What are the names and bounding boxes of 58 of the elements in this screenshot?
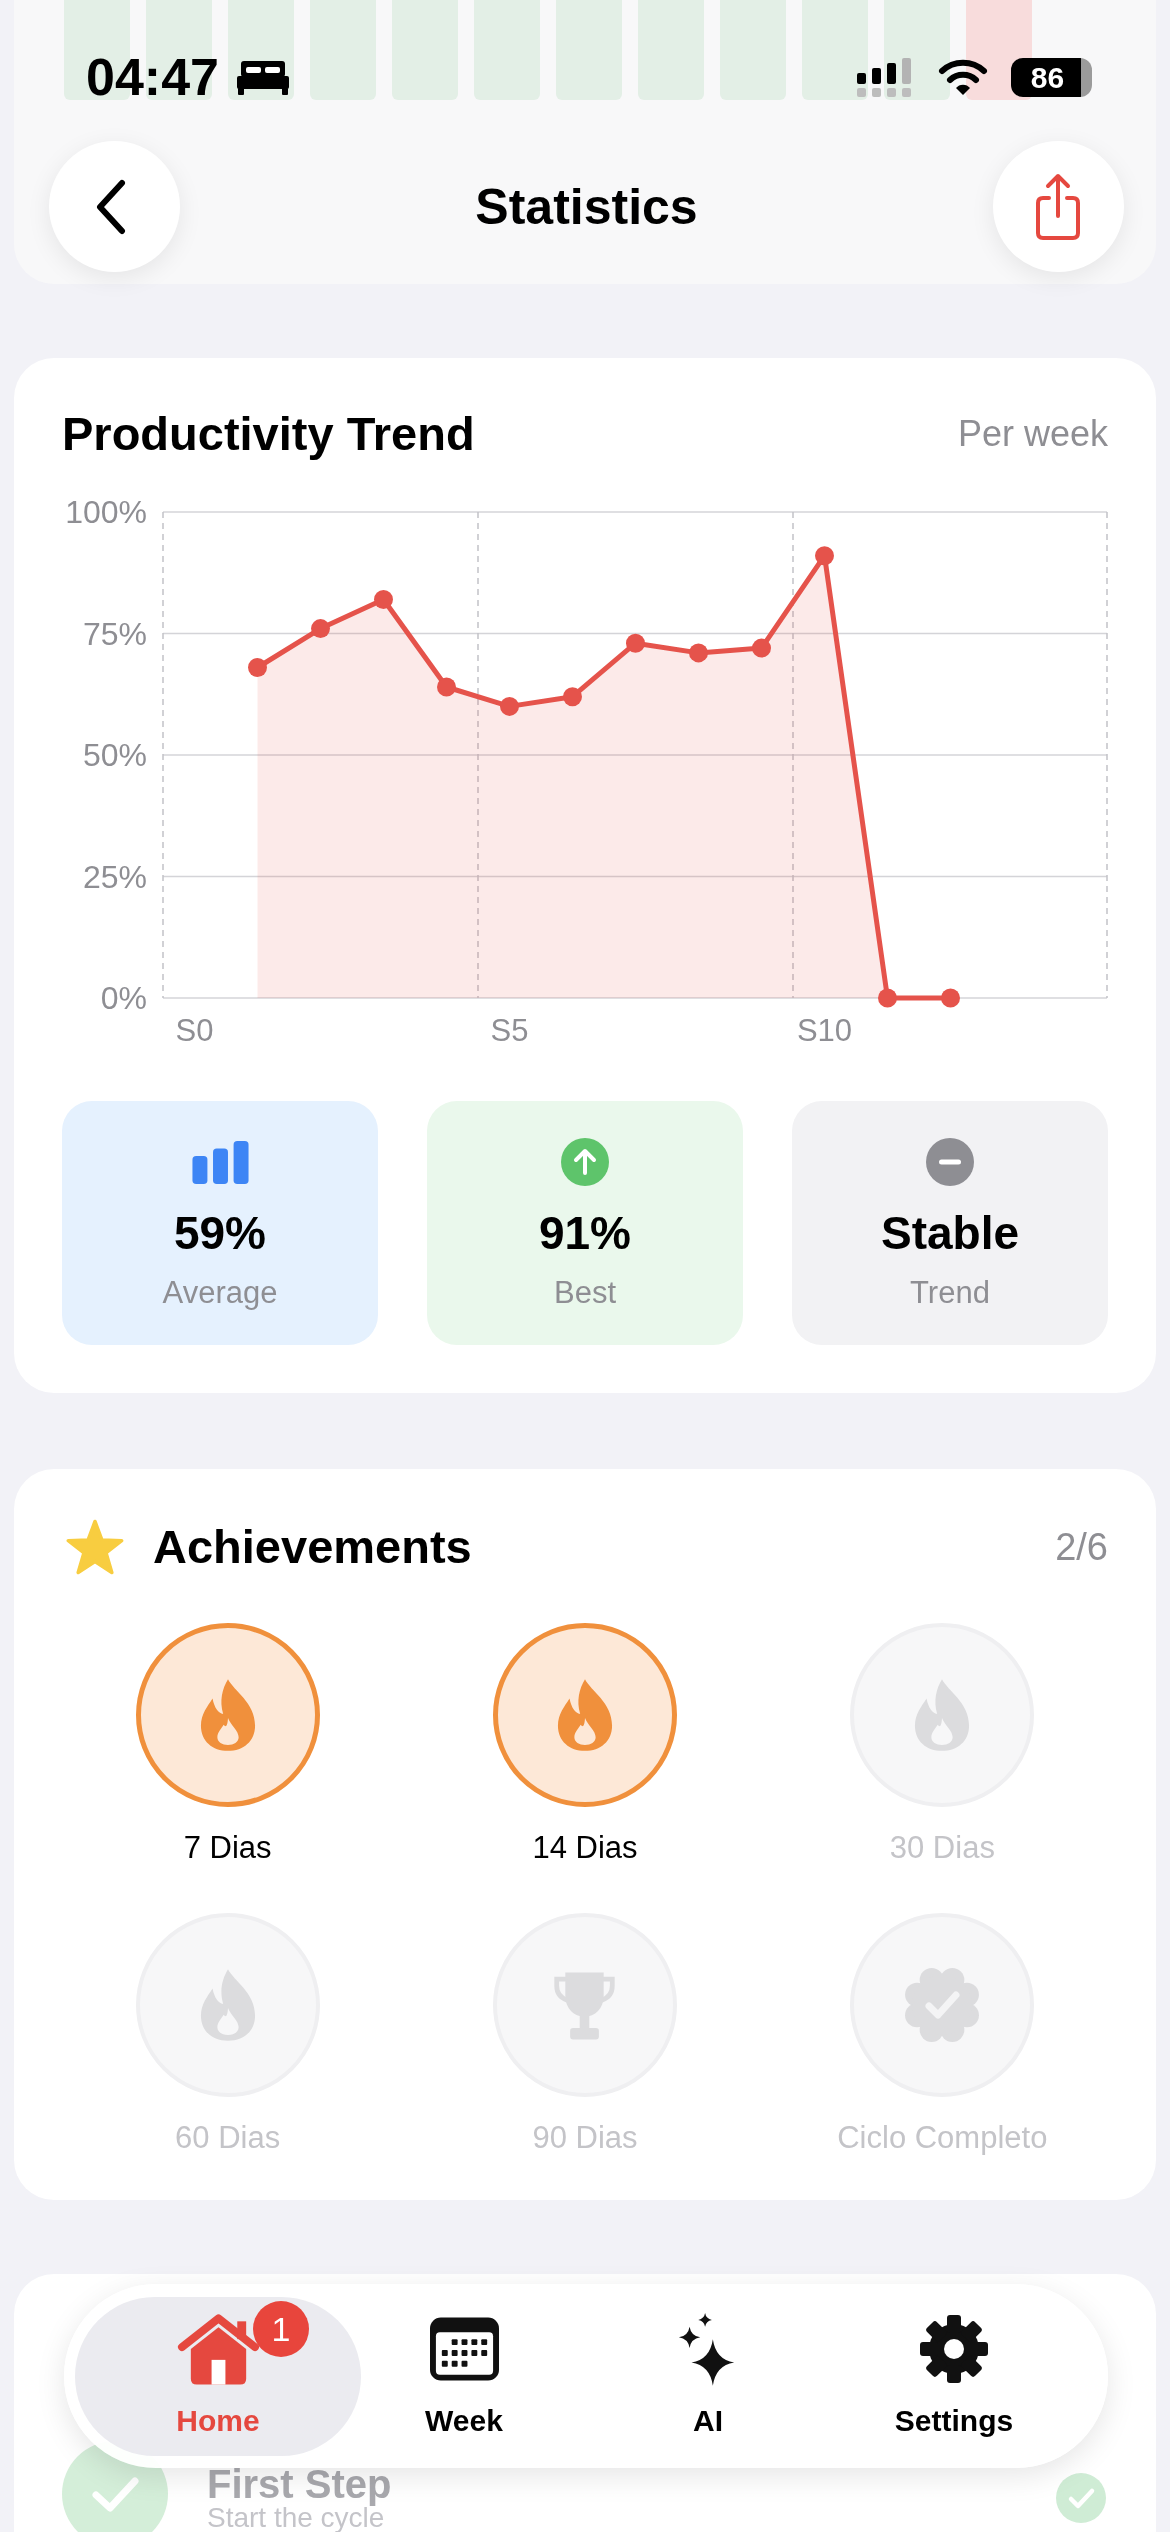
data-point [563,687,582,707]
achievement-label: Ciclo Completo [837,2120,1048,2156]
data-point [500,696,519,716]
stat-value: 59% [173,1206,267,1260]
achievement-label: 7 Dias [183,1830,272,1866]
minus-circle-icon [926,1138,974,1186]
page-title: Statistics [475,177,698,237]
data-point [374,590,393,609]
status-time: 04:47 [86,51,219,103]
data-point [752,638,771,658]
notification-badge: 1 [253,2300,309,2357]
stat-value: Stable [880,1206,1019,1260]
x-axis-label: S5 [490,1013,529,1048]
flame-icon [913,1677,972,1753]
achievement-count: 2/6 [1055,1525,1108,1570]
period-label: Per week [957,412,1108,456]
data-point [878,988,897,1008]
settings-icon [918,2312,990,2385]
data-point [626,633,645,653]
stat-label: Best [554,1274,616,1312]
achievement-label: 14 Dias [532,1830,638,1866]
y-axis-label: 0% [100,980,147,1016]
y-axis-label: 100% [65,494,147,530]
data-point [248,658,267,677]
data-point [941,988,960,1008]
flame-icon [556,1677,614,1753]
x-axis-label: S10 [796,1013,853,1048]
card-title: Achievements [153,1519,472,1575]
y-axis-label: 75% [82,615,147,652]
x-axis-label: S0 [175,1013,214,1048]
wifi-icon [938,58,988,96]
stat-label: Average [162,1274,278,1312]
milestone-title: First Step [207,2464,392,2504]
flame-icon [198,1967,257,2043]
star-icon [66,1519,124,1575]
stat-label: Trend [910,1274,990,1312]
y-axis-label: 25% [82,858,147,895]
y-axis-label: 50% [82,737,147,773]
home-icon [176,2312,260,2385]
achievement-label: 60 Dias [175,2120,281,2156]
bar-chart-icon [190,1140,250,1184]
achievement-label: 90 Dias [532,2120,638,2156]
stat-value: 91% [538,1206,632,1260]
data-point [815,546,834,566]
data-point [311,619,330,639]
tab[interactable]: Home 1 [75,2296,361,2456]
data-point [689,643,708,663]
card-title: Productivity Trend [62,406,475,462]
achievement-label: 30 Dias [889,1830,995,1866]
tab[interactable]: Week [361,2296,567,2456]
calendar-icon [429,2316,499,2381]
flame-icon [198,1677,257,1753]
tab[interactable]: Settings [849,2296,1059,2456]
arrow-up-circle-icon [561,1138,609,1186]
battery-indicator: 86 [1011,57,1092,97]
data-point [437,677,456,697]
bed-icon [237,59,289,95]
tab[interactable]: AI [567,2296,849,2456]
